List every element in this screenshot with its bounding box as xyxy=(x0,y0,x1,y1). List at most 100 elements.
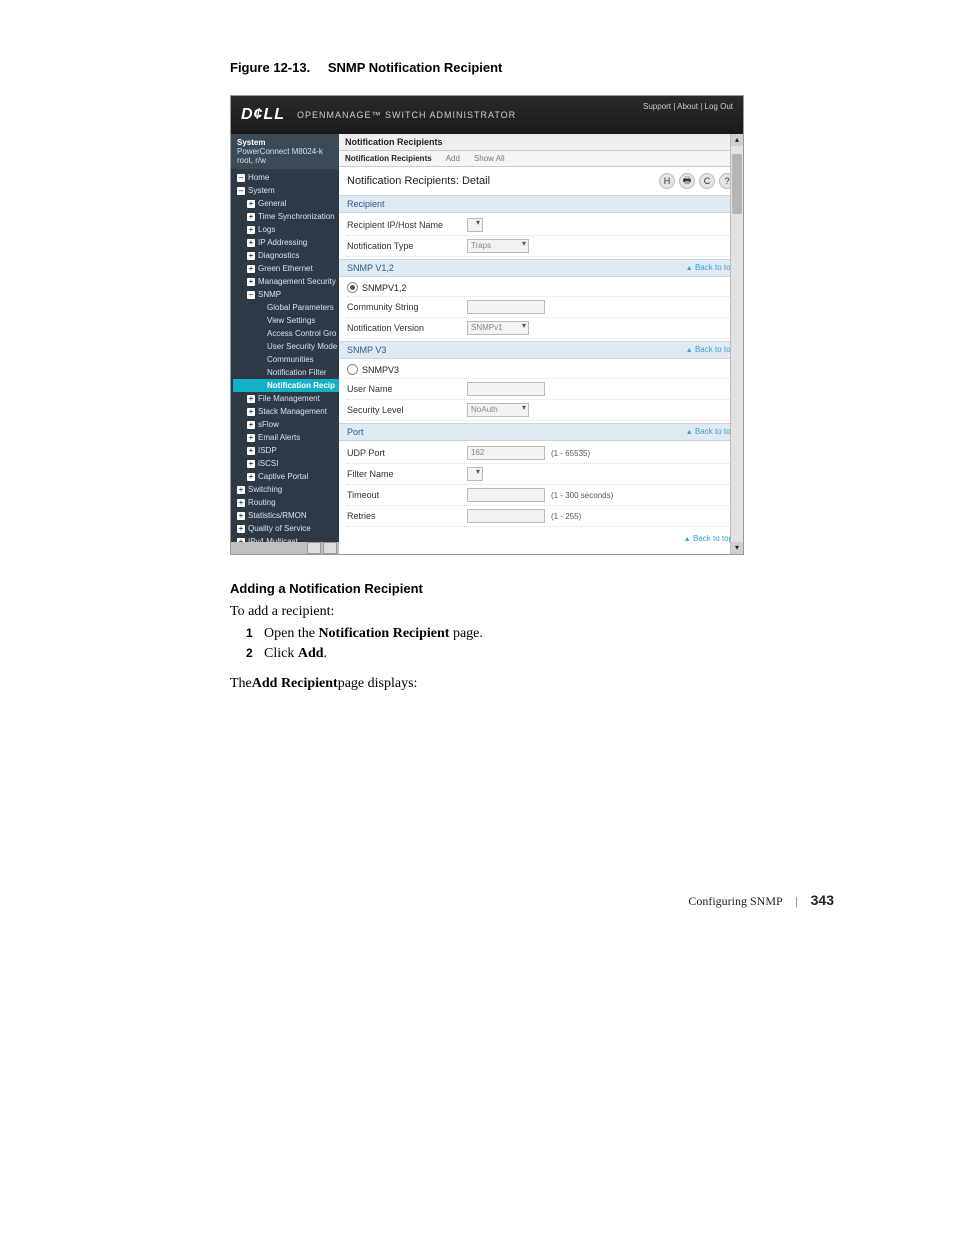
udp-port-input[interactable]: 162 xyxy=(467,446,545,460)
tree-item[interactable]: Notification Filter xyxy=(233,366,339,379)
row-snmp3-radio: SNMPV3 xyxy=(347,361,735,379)
tree-item[interactable]: +IP Addressing xyxy=(233,236,339,249)
tree-item[interactable]: +iSCSI xyxy=(233,457,339,470)
tree-item[interactable]: +Statistics/RMON xyxy=(233,509,339,522)
header-links[interactable]: Support | About | Log Out xyxy=(643,102,733,111)
section-snmp3: SNMP V3 ▲ Back to top xyxy=(339,341,743,359)
snmp3-radio[interactable] xyxy=(347,364,358,375)
tab-show-all[interactable]: Show All xyxy=(474,154,505,163)
back-to-top-link[interactable]: ▲ Back to top xyxy=(686,345,735,355)
tree-item[interactable]: +ISDP xyxy=(233,444,339,457)
tree-item[interactable]: +File Management xyxy=(233,392,339,405)
tab-add[interactable]: Add xyxy=(446,154,460,163)
heading-adding-recipient: Adding a Notification Recipient xyxy=(230,581,834,596)
figure-number: Figure 12-13. xyxy=(230,60,310,75)
tree-home[interactable]: –Home xyxy=(233,171,339,184)
row-snmp12-radio: SNMPV1,2 xyxy=(347,279,735,297)
save-icon[interactable]: H xyxy=(659,173,675,189)
scroll-down-icon[interactable]: ▾ xyxy=(731,542,743,554)
tree-item[interactable]: +Green Ethernet xyxy=(233,262,339,275)
row-retries: Retries (1 - 255) xyxy=(347,506,735,527)
tree-item[interactable]: Access Control Gro xyxy=(233,327,339,340)
tree-item[interactable]: User Security Mode xyxy=(233,340,339,353)
step-2: 2 Click Add. xyxy=(246,646,834,662)
panel-header: Notification Recipients: Detail H 🖶 C ? xyxy=(339,167,743,195)
row-udp-port: UDP Port 162 (1 - 65535) xyxy=(347,443,735,464)
system-user: root, r/w xyxy=(237,156,333,165)
tab-detail[interactable]: Notification Recipients xyxy=(345,154,432,163)
user-name-input[interactable] xyxy=(467,382,545,396)
tree-item[interactable]: +Captive Portal xyxy=(233,470,339,483)
security-level-select[interactable] xyxy=(467,403,529,417)
tree-item-active[interactable]: Notification Recip xyxy=(233,379,339,392)
tree-item[interactable]: View Settings xyxy=(233,314,339,327)
tree-item[interactable]: +Routing xyxy=(233,496,339,509)
tree-item[interactable]: Communities xyxy=(233,353,339,366)
tree-item[interactable]: +Quality of Service xyxy=(233,522,339,535)
tree-item[interactable]: +sFlow xyxy=(233,418,339,431)
row-recipient-ip: Recipient IP/Host Name xyxy=(347,215,735,236)
scroll-up-icon[interactable]: ▴ xyxy=(731,134,743,146)
section-port: Port ▲ Back to top xyxy=(339,423,743,441)
sidebar: System PowerConnect M8024-k root, r/w –H… xyxy=(231,134,339,554)
tree-item[interactable]: Global Parameters xyxy=(233,301,339,314)
refresh-icon[interactable]: C xyxy=(699,173,715,189)
tree-item[interactable]: +Management Security xyxy=(233,275,339,288)
intro-text: To add a recipient: xyxy=(230,604,834,620)
row-notification-version: Notification Version xyxy=(347,318,735,339)
row-community-string: Community String xyxy=(347,297,735,318)
row-timeout: Timeout (1 - 300 seconds) xyxy=(347,485,735,506)
tree-item[interactable]: +Email Alerts xyxy=(233,431,339,444)
system-box: System PowerConnect M8024-k root, r/w xyxy=(231,134,339,169)
step-1: 1 Open the Notification Recipient page. xyxy=(246,626,834,642)
tree-item[interactable]: +Diagnostics xyxy=(233,249,339,262)
tree-system[interactable]: –System xyxy=(233,184,339,197)
tree-item[interactable]: +General xyxy=(233,197,339,210)
section-recipient: Recipient xyxy=(339,195,743,213)
recipient-ip-select[interactable] xyxy=(467,218,483,232)
back-to-top-link[interactable]: ▲ Back to top xyxy=(686,427,735,437)
tree-item[interactable]: +Stack Management xyxy=(233,405,339,418)
app-header: D¢LL OPENMANAGE™ SWITCH ADMINISTRATOR Su… xyxy=(231,96,743,134)
timeout-input[interactable] xyxy=(467,488,545,502)
tree-item[interactable]: +Time Synchronization xyxy=(233,210,339,223)
print-icon[interactable]: 🖶 xyxy=(679,173,695,189)
figure-caption: Figure 12-13. SNMP Notification Recipien… xyxy=(230,60,834,75)
notification-version-select[interactable] xyxy=(467,321,529,335)
app-title: OPENMANAGE™ SWITCH ADMINISTRATOR xyxy=(297,110,516,120)
sidebar-scrollbar[interactable]: ◂ ▸ xyxy=(231,542,339,554)
filter-name-select[interactable] xyxy=(467,467,483,481)
snmp12-radio[interactable] xyxy=(347,282,358,293)
scroll-left-icon[interactable]: ◂ xyxy=(307,542,321,554)
step-2-sub: The Add Recipient page displays: xyxy=(230,676,834,692)
system-label: System xyxy=(237,138,333,147)
screenshot-window: D¢LL OPENMANAGE™ SWITCH ADMINISTRATOR Su… xyxy=(230,95,744,555)
row-security-level: Security Level xyxy=(347,400,735,421)
dell-logo: D¢LL xyxy=(241,106,285,124)
tab-row: Notification Recipients Add Show All xyxy=(339,151,743,167)
tree-snmp[interactable]: –SNMP xyxy=(233,288,339,301)
back-to-top-link[interactable]: ▲ Back to top xyxy=(686,263,735,273)
back-to-top-link[interactable]: ▲ Back to top xyxy=(684,534,733,543)
community-string-input[interactable] xyxy=(467,300,545,314)
row-user-name: User Name xyxy=(347,379,735,400)
tree-item[interactable]: +Switching xyxy=(233,483,339,496)
tree-item[interactable]: +Logs xyxy=(233,223,339,236)
nav-tree: –Home –System +General +Time Synchroniza… xyxy=(231,169,339,554)
breadcrumb: Notification Recipients xyxy=(339,134,743,151)
retries-input[interactable] xyxy=(467,509,545,523)
footer-page-number: 343 xyxy=(811,892,834,908)
row-notification-type: Notification Type xyxy=(347,236,735,257)
page-footer: Configuring SNMP | 343 xyxy=(230,892,834,909)
row-filter-name: Filter Name xyxy=(347,464,735,485)
figure-title: SNMP Notification Recipient xyxy=(328,60,503,75)
footer-chapter: Configuring SNMP xyxy=(688,894,782,908)
panel-title: Notification Recipients: Detail xyxy=(347,175,490,187)
vertical-scrollbar[interactable]: ▴ ▾ xyxy=(730,134,743,554)
section-snmp12: SNMP V1,2 ▲ Back to top xyxy=(339,259,743,277)
main-panel: Notification Recipients Notification Rec… xyxy=(339,134,743,554)
scroll-thumb[interactable] xyxy=(732,154,742,214)
notification-type-select[interactable] xyxy=(467,239,529,253)
scroll-right-icon[interactable]: ▸ xyxy=(323,542,337,554)
system-device: PowerConnect M8024-k xyxy=(237,147,333,156)
